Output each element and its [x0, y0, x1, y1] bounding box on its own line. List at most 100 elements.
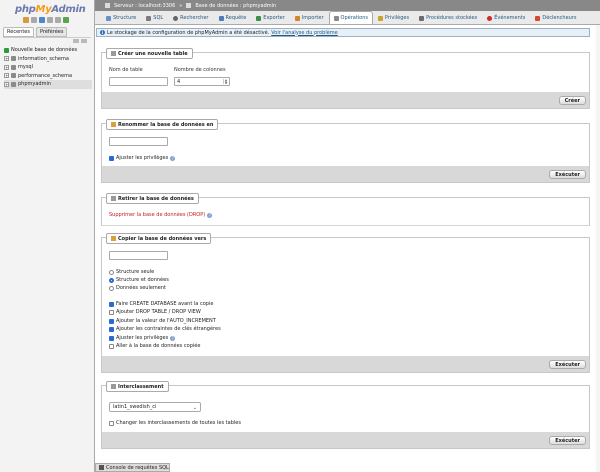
radio[interactable]: [109, 269, 114, 275]
check-auto-increment[interactable]: Ajouter la valeur de l'AUTO_INCREMENT: [109, 318, 216, 324]
logout-icon[interactable]: [31, 17, 37, 23]
change-all-collations[interactable]: Changer les interclassements de toutes l…: [109, 420, 241, 426]
collation-fieldset: Interclassement latin1_swedish_ci ⌄ Chan…: [101, 381, 590, 449]
create-table-button[interactable]: Créer: [558, 96, 586, 105]
breadcrumb-server[interactable]: Serveur : localhost:3306: [114, 3, 175, 9]
rename-execute-button[interactable]: Exécuter: [549, 170, 586, 179]
home-icon[interactable]: [23, 17, 29, 23]
checkbox[interactable]: [109, 301, 114, 307]
check-switch-to-copy[interactable]: Aller à la base de données copiée: [109, 343, 200, 349]
radio[interactable]: [109, 277, 114, 283]
sql-icon: [146, 15, 152, 21]
table-add-icon: [111, 51, 116, 56]
check-drop-table[interactable]: Ajouter DROP TABLE / DROP VIEW: [109, 309, 201, 315]
expand-icon[interactable]: +: [4, 73, 9, 79]
tab-privileges[interactable]: Privilèges: [373, 11, 414, 24]
copy-icon: [111, 236, 116, 241]
tab-export[interactable]: Exporter: [251, 11, 290, 24]
columns-number-input[interactable]: 4 ▲ ▼: [174, 77, 230, 86]
breadcrumb-database[interactable]: Base de données : phpmyadmin: [195, 3, 276, 9]
help-icon[interactable]: ?: [207, 212, 213, 218]
phpmyadmin-logo[interactable]: phpMyAdmin: [15, 4, 86, 15]
drop-db-link[interactable]: Supprimer la base de données (DROP): [109, 212, 205, 218]
tab-triggers[interactable]: Déclencheurs: [530, 11, 581, 24]
help-icon[interactable]: ?: [170, 155, 176, 161]
docs-icon[interactable]: [47, 17, 53, 23]
checkbox[interactable]: [109, 155, 114, 161]
sql-console-bar[interactable]: Console de requêtes SQL: [95, 463, 170, 472]
table-name-label: Nom de table: [109, 67, 143, 73]
link-icon[interactable]: [81, 39, 87, 43]
tab-search[interactable]: Rechercher: [168, 11, 213, 24]
drop-db-legend: Retirer la base de données: [106, 193, 199, 204]
expand-icon[interactable]: +: [4, 56, 9, 62]
checkbox[interactable]: [109, 309, 114, 315]
create-table-fieldset: Créer une nouvelle table Nom de table No…: [101, 48, 590, 109]
checkbox[interactable]: [109, 335, 114, 341]
help-icon[interactable]: ?: [170, 335, 176, 341]
collation-icon: [111, 384, 116, 389]
settings-icon[interactable]: [55, 17, 61, 23]
notice-text: Le stockage de la configuration de phpMy…: [107, 29, 270, 36]
tab-structure[interactable]: Structure: [101, 11, 141, 24]
structure-icon: [106, 15, 111, 21]
database-icon: [11, 73, 16, 79]
check-foreign-keys[interactable]: Ajouter les contraintes de clés étrangèr…: [109, 326, 221, 332]
copy-db-fieldset: Copier la base de données vers Structure…: [101, 233, 590, 373]
wrench-icon: [333, 15, 339, 21]
rename-db-input[interactable]: [109, 137, 168, 146]
collapse-all-icon[interactable]: [73, 39, 79, 43]
collation-legend: Interclassement: [106, 381, 169, 392]
option-data-only[interactable]: Données seulement: [109, 285, 166, 291]
tree-item-mysql[interactable]: + mysql: [4, 63, 92, 72]
rename-db-fieldset: Renommer la base de données en Ajuster l…: [101, 119, 590, 183]
help-icon[interactable]: [39, 17, 45, 23]
chevron-down-icon: ⌄: [192, 405, 197, 411]
database-icon: [11, 81, 16, 87]
nav-controls: [73, 39, 87, 43]
tree-item-new-db[interactable]: Nouvelle base de données: [4, 46, 92, 55]
tab-operations[interactable]: Opérations: [328, 11, 374, 24]
checkbox[interactable]: [109, 343, 114, 349]
check-create-database[interactable]: Faire CREATE DATABASE avant la copie: [109, 301, 213, 307]
rename-icon: [111, 122, 116, 127]
collation-select[interactable]: latin1_swedish_ci ⌄: [109, 402, 201, 412]
tree-item-information-schema[interactable]: + information_schema: [4, 55, 92, 64]
copy-execute-button[interactable]: Exécuter: [549, 360, 586, 369]
tab-sql[interactable]: SQL: [141, 11, 168, 24]
database-icon: [11, 56, 16, 62]
checkbox[interactable]: [109, 318, 114, 324]
spinner-icon[interactable]: ▲ ▼: [223, 79, 228, 84]
notice-link[interactable]: Voir l'analyse du problème: [271, 30, 338, 36]
table-name-input[interactable]: [109, 77, 168, 86]
tab-recent[interactable]: Récentes: [3, 27, 34, 37]
rename-adjust-privileges[interactable]: Ajuster les privilèges ?: [109, 155, 176, 161]
database-tree: Nouvelle base de données + information_s…: [4, 46, 92, 89]
tree-item-phpmyadmin[interactable]: + phpmyadmin: [4, 80, 92, 89]
option-structure-only[interactable]: Structure seule: [109, 269, 154, 275]
tab-import[interactable]: Importer: [290, 11, 329, 24]
import-icon: [294, 15, 300, 21]
scrollbar[interactable]: [596, 25, 600, 472]
tab-events[interactable]: Événements: [482, 11, 530, 24]
copy-db-input[interactable]: [109, 251, 168, 260]
radio[interactable]: [109, 285, 114, 291]
delete-icon: [111, 196, 116, 201]
collation-execute-button[interactable]: Exécuter: [549, 436, 586, 445]
reload-icon[interactable]: [63, 17, 69, 23]
events-icon: [487, 15, 493, 21]
nav-divider: [3, 37, 91, 38]
checkbox[interactable]: [109, 326, 114, 332]
columns-label: Nombre de colonnes: [174, 67, 226, 73]
expand-icon[interactable]: +: [4, 81, 9, 87]
tree-item-performance-schema[interactable]: + performance_schema: [4, 72, 92, 81]
checkbox[interactable]: [109, 420, 114, 426]
check-adjust-privileges[interactable]: Ajuster les privilèges?: [109, 335, 176, 341]
tab-query[interactable]: Requête: [214, 11, 252, 24]
option-structure-data[interactable]: Structure et données: [109, 277, 169, 283]
tab-routines[interactable]: Procédures stockées: [414, 11, 482, 24]
rename-db-legend: Renommer la base de données en: [106, 119, 219, 130]
expand-icon[interactable]: +: [4, 64, 9, 70]
tab-favorites[interactable]: Préférées: [35, 27, 68, 37]
routines-icon: [419, 15, 425, 21]
